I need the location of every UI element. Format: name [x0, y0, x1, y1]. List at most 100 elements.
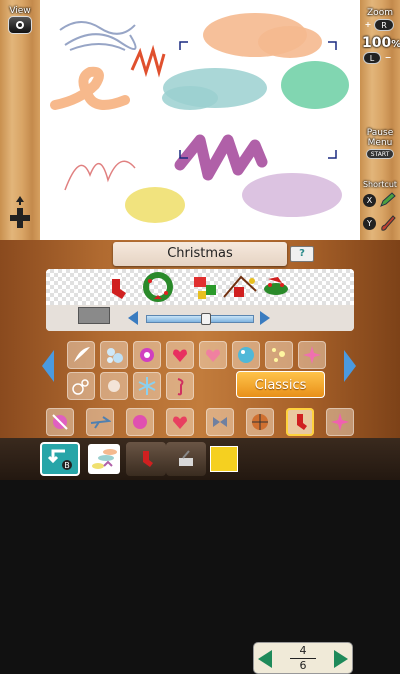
stamp-tile-lace-heart[interactable] [199, 341, 227, 369]
sparkle-star-icon [140, 348, 154, 362]
brush-icon [381, 215, 396, 231]
stamp-size-bar [46, 305, 354, 331]
ribbon-icon [213, 417, 227, 427]
bubbles-icon [107, 348, 123, 363]
color-swatch-button[interactable] [210, 446, 238, 472]
stamp-tile-ribbon-heart[interactable] [166, 341, 194, 369]
feather-icon [74, 347, 90, 362]
candy-icon [52, 414, 68, 430]
size-slider-thumb[interactable] [201, 313, 211, 325]
stamp-tile-sparkle-star[interactable] [133, 341, 161, 369]
recent-stamp-ribbon[interactable] [206, 408, 234, 436]
b-button-label: B [64, 461, 70, 470]
stamp-strip [46, 269, 354, 331]
recent-stamp-airplane[interactable] [86, 408, 114, 436]
stamp-tile-music-note-fx[interactable] [100, 372, 128, 400]
left-panel: View [0, 0, 40, 240]
back-button[interactable]: B [40, 442, 80, 476]
recent-stamp-basketball[interactable] [246, 408, 274, 436]
size-slider[interactable] [146, 313, 254, 325]
drawing-canvas[interactable] [40, 0, 360, 240]
x-button[interactable]: X [363, 194, 376, 207]
stamp-eraser-icon [179, 450, 193, 466]
pink-sparkle-icon [331, 413, 349, 431]
dpad-icon [10, 196, 30, 228]
stocking-icon [297, 414, 307, 430]
music-note-icon [177, 378, 184, 396]
help-button[interactable]: ? [290, 246, 314, 262]
y-button[interactable]: Y [363, 217, 376, 230]
page-prev-button[interactable] [258, 650, 272, 668]
snowflake-icon [138, 377, 156, 395]
stamp-tile-feather[interactable] [67, 341, 95, 369]
heart-icon [173, 416, 187, 429]
recent-stamp-stocking[interactable] [286, 408, 314, 436]
stamp-tile-circles[interactable] [67, 372, 95, 400]
stamp-tile-music-note[interactable] [166, 372, 194, 400]
ribbon-heart-icon [173, 349, 187, 362]
basketball-icon [252, 414, 268, 430]
menu-label: Menu [367, 138, 393, 148]
view-label: View [9, 6, 31, 16]
xmas-decorations-icon [223, 275, 257, 298]
brush-shortcut[interactable] [379, 214, 397, 232]
zoom-unit: % [391, 39, 400, 50]
zoom-out-icon: − [384, 53, 392, 62]
page-total: 6 [299, 659, 307, 672]
music-note-fx-icon [108, 380, 120, 392]
size-decrease-button[interactable] [128, 311, 138, 325]
stamp-size-preview [78, 307, 110, 324]
zoom-l-button[interactable]: L [363, 52, 381, 64]
canvas-thumbnail-icon [92, 449, 117, 469]
canvas-thumbnail-button[interactable] [88, 444, 120, 474]
right-panel: Zoom + R 100% L − Pause Menu START Short… [360, 0, 400, 240]
bottom-toolbar: B 4 6 [0, 438, 400, 674]
view-button[interactable] [8, 16, 32, 34]
pencil-icon [380, 192, 396, 207]
zoom-readout: 100% [362, 32, 400, 51]
stamp-tile-pink-star[interactable] [298, 341, 326, 369]
circles-icon [72, 379, 89, 395]
pencil-shortcut[interactable] [379, 192, 397, 208]
airplane-icon [90, 416, 111, 429]
palette-next-button[interactable] [344, 350, 356, 382]
page-navigator: 4 6 [253, 642, 353, 674]
zoom-r-button[interactable]: R [374, 19, 394, 31]
pink-star-icon [303, 346, 321, 364]
zoom-value: 100 [362, 35, 392, 51]
classics-button[interactable]: Classics [236, 371, 325, 398]
dpad-shortcut[interactable] [10, 196, 30, 230]
view-eye-icon [16, 21, 24, 29]
stamp-preview-area[interactable] [46, 269, 354, 305]
canvas-drawing [50, 13, 349, 223]
sparkle-dots-icon [272, 348, 285, 362]
category-title: Christmas [113, 242, 287, 266]
recent-stamp-candy[interactable] [46, 408, 74, 436]
gift-boxes-icon [194, 277, 216, 299]
stamp-tool-button[interactable] [126, 442, 166, 476]
christmas-wreath-icon [143, 272, 173, 302]
recent-stamp-pink-sparkle[interactable] [326, 408, 354, 436]
recent-stamp-heart[interactable] [166, 408, 194, 436]
stamp-preview-icons [111, 272, 288, 302]
stocking-tool-icon [143, 451, 153, 467]
bottom-screen: Christmas ? Classics B 4 6 [0, 240, 400, 674]
stamp-tile-glass-orb[interactable] [232, 341, 260, 369]
page-current: 4 [299, 644, 307, 657]
recent-stamp-pink-gem[interactable] [126, 408, 154, 436]
zoom-in-icon: + [364, 20, 372, 29]
palette-prev-button[interactable] [42, 350, 54, 382]
shortcut-label: Shortcut [362, 180, 398, 189]
stamp-tile-sparkle-dots[interactable] [265, 341, 293, 369]
size-increase-button[interactable] [260, 311, 270, 325]
zoom-label: Zoom [367, 8, 393, 18]
stamp-tile-snowflake[interactable] [133, 372, 161, 400]
pause-label: Pause [366, 128, 394, 138]
glass-orb-icon [238, 347, 254, 363]
stamp-tile-bubbles[interactable] [100, 341, 128, 369]
lace-heart-icon [206, 349, 220, 362]
page-next-button[interactable] [334, 650, 348, 668]
start-button[interactable]: START [366, 149, 394, 159]
eraser-tool-button[interactable] [166, 442, 206, 476]
pink-gem-icon [133, 415, 147, 429]
